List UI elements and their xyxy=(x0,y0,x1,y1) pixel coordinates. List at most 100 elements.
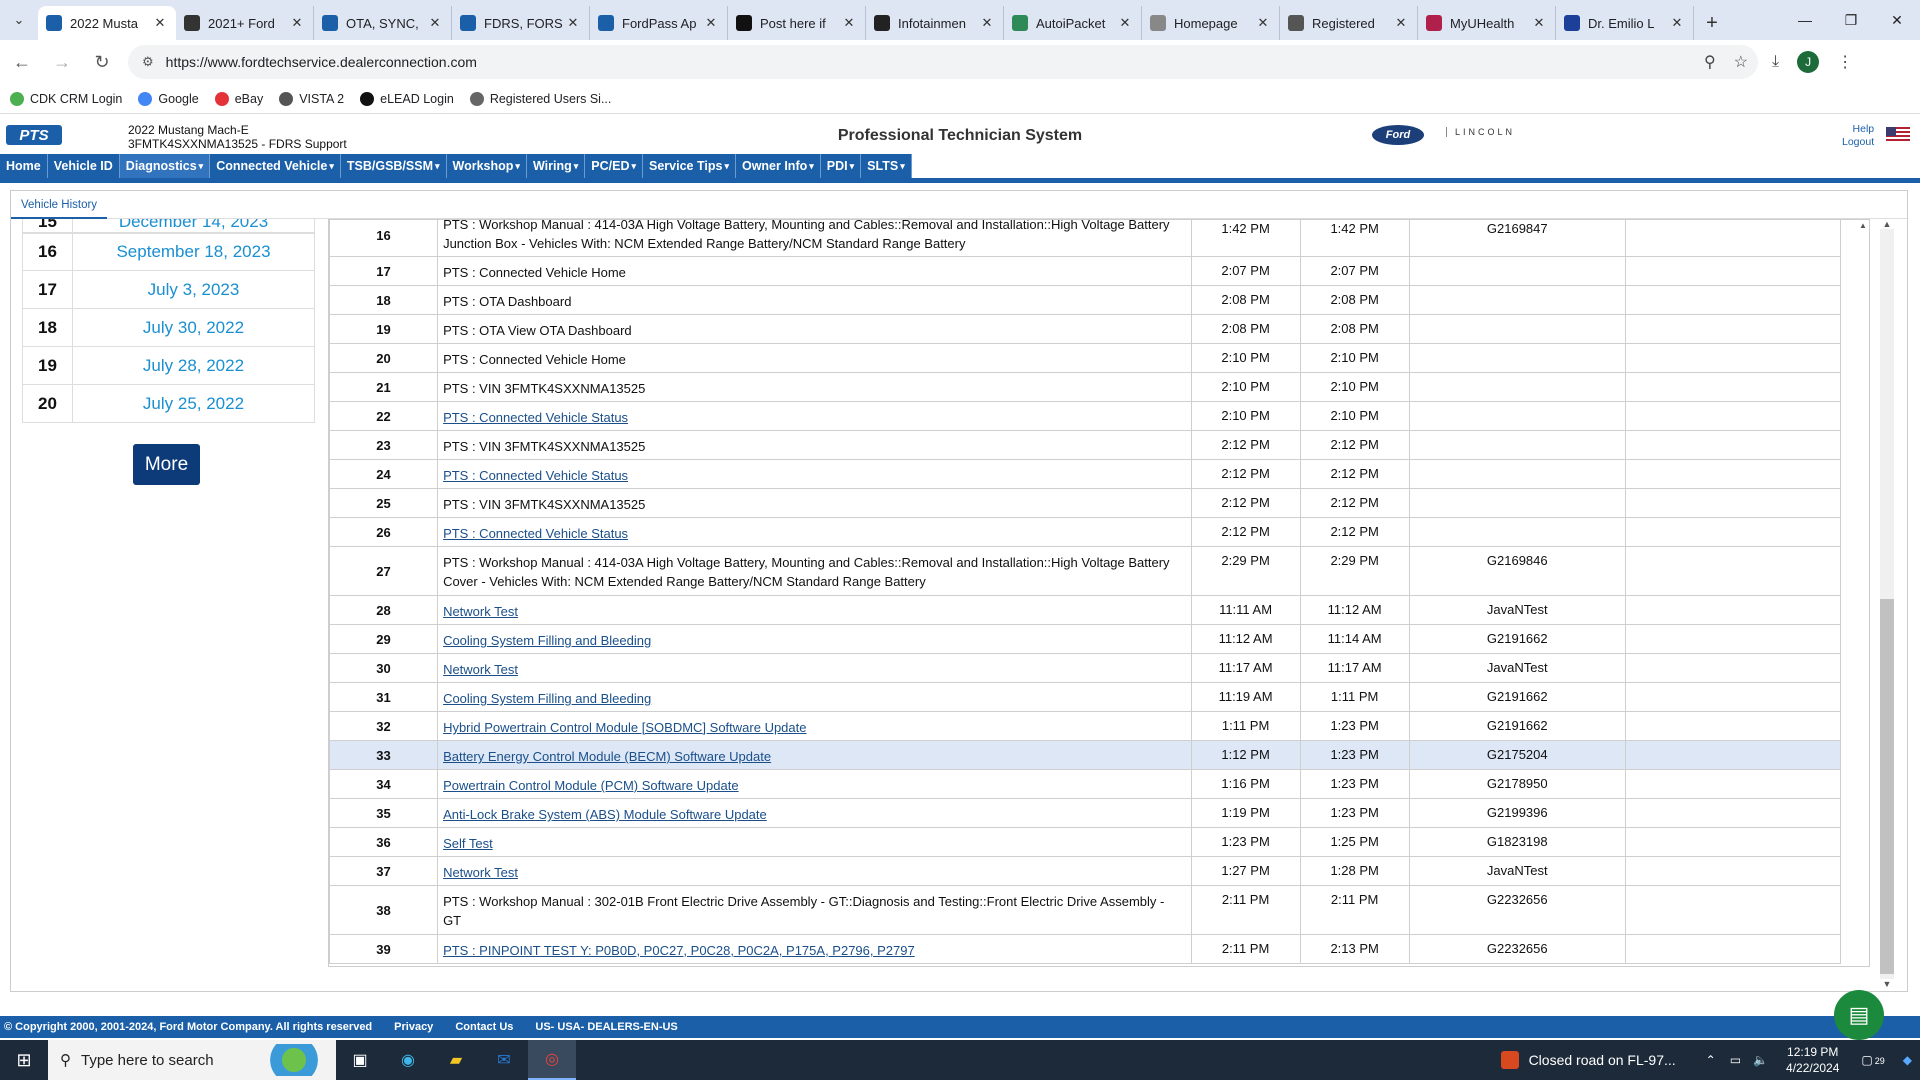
session-row[interactable]: 16 September 18, 2023 xyxy=(22,233,315,271)
browser-tab[interactable]: Infotainmen ✕ xyxy=(866,6,1004,40)
chat-icon[interactable]: ▤ xyxy=(1834,990,1884,1040)
browser-tab[interactable]: FordPass Ap ✕ xyxy=(590,6,728,40)
inner-scroll-up-icon[interactable]: ▲ xyxy=(1857,221,1869,230)
menu-item[interactable]: PDI ▾ xyxy=(821,154,862,178)
close-tab-icon[interactable]: ✕ xyxy=(289,15,305,31)
close-tab-icon[interactable]: ✕ xyxy=(1669,15,1685,31)
menu-item[interactable]: Wiring ▾ xyxy=(527,154,586,178)
close-tab-icon[interactable]: ✕ xyxy=(703,15,719,31)
download-icon[interactable]: ⤓ xyxy=(1772,53,1779,71)
session-date-link[interactable]: July 30, 2022 xyxy=(73,309,314,346)
log-entry-link[interactable]: PTS : PINPOINT TEST Y: P0B0D, P0C27, P0C… xyxy=(443,943,915,958)
browser-tab[interactable]: AutoiPacket ✕ xyxy=(1004,6,1142,40)
close-tab-icon[interactable]: ✕ xyxy=(841,15,857,31)
log-entry-link[interactable]: Cooling System Filling and Bleeding xyxy=(443,633,651,648)
address-bar[interactable]: ⚙ https://www.fordtechservice.dealerconn… xyxy=(128,45,1758,79)
log-entry-link[interactable]: Cooling System Filling and Bleeding xyxy=(443,691,651,706)
news-notification[interactable]: Closed road on FL-97... xyxy=(1500,1051,1676,1069)
file-explorer-icon[interactable]: ▰ xyxy=(432,1040,480,1080)
menu-item[interactable]: Vehicle ID xyxy=(48,154,120,178)
logout-link[interactable]: Logout xyxy=(1842,136,1874,149)
minimize-icon[interactable]: — xyxy=(1782,0,1828,40)
browser-tab[interactable]: Registered ✕ xyxy=(1280,6,1418,40)
bookmark-item[interactable]: eLEAD Login xyxy=(360,91,454,106)
browser-menu-icon[interactable]: ⋮ xyxy=(1837,52,1853,72)
log-entry-link[interactable]: Network Test xyxy=(443,865,518,880)
network-icon[interactable]: ▭ xyxy=(1730,1053,1741,1067)
close-tab-icon[interactable]: ✕ xyxy=(152,15,168,31)
bookmark-item[interactable]: Registered Users Si... xyxy=(469,91,611,106)
menu-item[interactable]: Connected Vehicle ▾ xyxy=(210,154,341,178)
close-tab-icon[interactable]: ✕ xyxy=(427,15,443,31)
chevron-up-icon[interactable]: ⌃ xyxy=(1706,1053,1716,1067)
bookmark-item[interactable]: VISTA 2 xyxy=(279,91,344,106)
log-entry-link[interactable]: Network Test xyxy=(443,604,518,619)
copilot-icon[interactable]: ◆ xyxy=(1903,1053,1912,1067)
page-scrollbar[interactable]: ▲ ▼ xyxy=(1877,219,1901,989)
reload-icon[interactable]: ↻ xyxy=(84,44,120,80)
profile-avatar[interactable]: J xyxy=(1797,51,1820,73)
menu-item[interactable]: Diagnostics ▾ xyxy=(119,154,211,178)
site-info-icon[interactable]: ⚙ xyxy=(142,54,154,70)
log-entry-link[interactable]: PTS : Connected Vehicle Status xyxy=(443,526,628,541)
log-entry-link[interactable]: Anti-Lock Brake System (ABS) Module Soft… xyxy=(443,807,767,822)
browser-tab[interactable]: MyUHealth ✕ xyxy=(1418,6,1556,40)
edge-icon[interactable]: ◉ xyxy=(384,1040,432,1080)
browser-tab[interactable]: 2022 Musta ✕ xyxy=(38,6,176,40)
log-entry-link[interactable]: PTS : Connected Vehicle Status xyxy=(443,410,628,425)
session-date-link[interactable]: July 28, 2022 xyxy=(73,347,314,384)
session-date-link[interactable]: July 25, 2022 xyxy=(73,385,314,422)
browser-tab[interactable]: 2021+ Ford ✕ xyxy=(176,6,314,40)
taskbar-search[interactable]: ⚲ Type here to search xyxy=(48,1040,336,1080)
session-row[interactable]: 20 July 25, 2022 xyxy=(22,385,315,423)
bookmark-item[interactable]: eBay xyxy=(214,91,263,106)
forward-arrow-icon[interactable]: → xyxy=(44,44,80,80)
scrollbar-thumb[interactable] xyxy=(1880,599,1894,974)
menu-item[interactable]: Service Tips ▾ xyxy=(643,154,736,178)
more-button[interactable]: More xyxy=(133,444,200,485)
menu-item[interactable]: PC/ED ▾ xyxy=(585,154,643,178)
tab-vehicle-history[interactable]: Vehicle History xyxy=(21,199,97,211)
volume-icon[interactable]: 🔈 xyxy=(1753,1053,1768,1067)
bookmark-item[interactable]: CDK CRM Login xyxy=(10,91,122,106)
menu-item[interactable]: TSB/GSB/SSM ▾ xyxy=(341,154,447,178)
log-entry-link[interactable]: Powertrain Control Module (PCM) Software… xyxy=(443,778,739,793)
restore-icon[interactable]: ❐ xyxy=(1828,0,1874,40)
browser-tab[interactable]: FDRS, FORS ✕ xyxy=(452,6,590,40)
notifications-icon[interactable]: ▢ 29 xyxy=(1861,1053,1884,1067)
session-date-link[interactable]: December 14, 2023 xyxy=(73,219,314,232)
log-entry-link[interactable]: Self Test xyxy=(443,836,493,851)
zoom-icon[interactable]: ⚲ xyxy=(1704,52,1716,72)
close-tab-icon[interactable]: ✕ xyxy=(565,15,581,31)
task-view-icon[interactable]: ▣ xyxy=(336,1040,384,1080)
bookmark-item[interactable]: Google xyxy=(138,91,199,106)
close-tab-icon[interactable]: ✕ xyxy=(979,15,995,31)
privacy-link[interactable]: Privacy xyxy=(394,1021,433,1033)
back-arrow-icon[interactable]: ← xyxy=(4,44,40,80)
session-row[interactable]: 15 December 14, 2023 xyxy=(22,219,315,233)
tab-search-chevron-icon[interactable]: ⌄ xyxy=(0,0,38,40)
windows-start-icon[interactable]: ⊞ xyxy=(0,1040,48,1080)
close-tab-icon[interactable]: ✕ xyxy=(1531,15,1547,31)
close-tab-icon[interactable]: ✕ xyxy=(1117,15,1133,31)
log-entry-link[interactable]: Battery Energy Control Module (BECM) Sof… xyxy=(443,749,771,764)
log-entry-link[interactable]: PTS : Connected Vehicle Status xyxy=(443,468,628,483)
session-row[interactable]: 18 July 30, 2022 xyxy=(22,309,315,347)
close-tab-icon[interactable]: ✕ xyxy=(1255,15,1271,31)
log-entry-link[interactable]: Hybrid Powertrain Control Module [SOBDMC… xyxy=(443,720,806,735)
us-flag-icon[interactable] xyxy=(1886,127,1910,143)
session-date-link[interactable]: September 18, 2023 xyxy=(73,234,314,270)
browser-tab[interactable]: OTA, SYNC, ✕ xyxy=(314,6,452,40)
session-date-link[interactable]: July 3, 2023 xyxy=(73,271,314,308)
clock[interactable]: 12:19 PM 4/22/2024 xyxy=(1786,1044,1839,1076)
session-row[interactable]: 19 July 28, 2022 xyxy=(22,347,315,385)
new-tab-button[interactable]: + xyxy=(1694,6,1730,40)
menu-item[interactable]: SLTS ▾ xyxy=(861,154,912,178)
close-tab-icon[interactable]: ✕ xyxy=(1393,15,1409,31)
log-entry-link[interactable]: Network Test xyxy=(443,662,518,677)
contact-link[interactable]: Contact Us xyxy=(455,1021,513,1033)
url-text[interactable]: https://www.fordtechservice.dealerconnec… xyxy=(166,54,477,70)
taskbar-search-placeholder[interactable]: Type here to search xyxy=(81,1052,214,1069)
menu-item[interactable]: Home xyxy=(0,154,48,178)
outlook-icon[interactable]: ✉ xyxy=(480,1040,528,1080)
